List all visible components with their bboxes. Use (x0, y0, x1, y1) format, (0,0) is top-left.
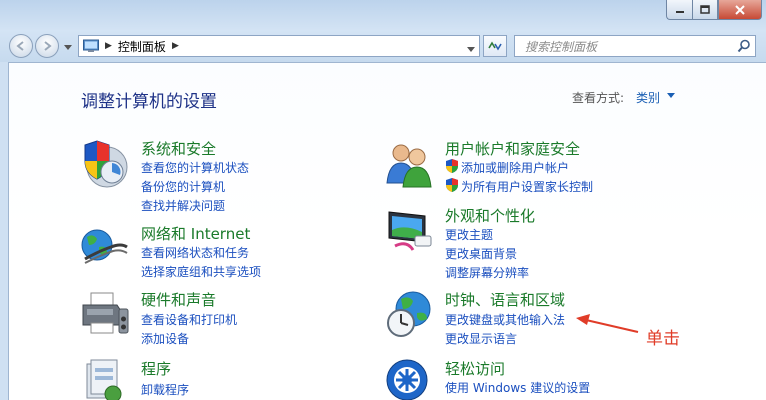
uac-shield-icon (446, 178, 458, 192)
link-change-theme[interactable]: 更改主题 (445, 226, 493, 243)
link-change-keyboard-input[interactable]: 更改键盘或其他输入法 (445, 311, 565, 328)
category-ease-of-access[interactable]: 轻松访问 (445, 358, 505, 379)
close-icon (735, 4, 745, 15)
user-accounts-icon[interactable] (385, 139, 435, 189)
navigation-bar: ▶ 控制面板 ▶ 搜索控制面板 (0, 30, 766, 62)
address-bar[interactable]: ▶ 控制面板 ▶ (78, 35, 480, 57)
link-change-desktop-background[interactable]: 更改桌面背景 (445, 245, 517, 262)
recent-pages-dropdown[interactable] (64, 40, 72, 54)
chevron-down-icon (64, 45, 72, 50)
ease-of-access-icon[interactable] (385, 356, 435, 400)
minimize-icon (675, 10, 684, 13)
search-icon[interactable] (737, 39, 751, 53)
link-add-device[interactable]: 添加设备 (141, 330, 189, 347)
breadcrumb-control-panel[interactable]: 控制面板 (118, 38, 166, 55)
link-uninstall-program[interactable]: 卸载程序 (141, 381, 189, 398)
category-system-security[interactable]: 系统和安全 (141, 138, 216, 159)
category-hardware-sound[interactable]: 硬件和声音 (141, 289, 216, 310)
link-adjust-resolution[interactable]: 调整屏幕分辨率 (445, 264, 529, 281)
refresh-button[interactable] (483, 35, 507, 57)
link-parental-controls[interactable]: 为所有用户设置家长控制 (461, 178, 593, 195)
link-view-network-status[interactable]: 查看网络状态和任务 (141, 244, 249, 261)
printer-icon[interactable] (79, 289, 129, 339)
system-security-icon[interactable] (79, 139, 129, 189)
maximize-button[interactable] (692, 0, 718, 20)
forward-arrow-icon (44, 41, 52, 51)
maximize-icon (700, 5, 710, 14)
minimize-button[interactable] (666, 0, 692, 20)
forward-button[interactable] (35, 34, 59, 58)
category-clock-language-region[interactable]: 时钟、语言和区域 (445, 289, 565, 310)
page-title: 调整计算机的设置 (81, 92, 217, 112)
back-button[interactable] (9, 34, 33, 58)
category-network-internet[interactable]: 网络和 Internet (141, 223, 250, 244)
close-button[interactable] (718, 0, 762, 20)
link-backup-computer[interactable]: 备份您的计算机 (141, 178, 225, 195)
link-windows-recommended-settings[interactable]: 使用 Windows 建议的设置 (445, 379, 590, 396)
network-globe-icon[interactable] (79, 223, 129, 273)
annotation-label: 单击 (646, 329, 680, 349)
chevron-down-icon (467, 47, 475, 52)
breadcrumb-arrow-icon[interactable]: ▶ (105, 41, 112, 51)
clock-globe-icon[interactable] (385, 289, 435, 339)
link-change-display-language[interactable]: 更改显示语言 (445, 330, 517, 347)
window-controls (666, 0, 762, 20)
programs-icon[interactable] (79, 356, 129, 400)
link-homegroup-sharing[interactable]: 选择家庭组和共享选项 (141, 263, 261, 280)
category-user-accounts[interactable]: 用户帐户和家庭安全 (445, 138, 580, 159)
search-input[interactable]: 搜索控制面板 (525, 38, 597, 55)
annotation-arrow-icon (576, 314, 639, 333)
back-arrow-icon (16, 41, 24, 51)
link-devices-printers[interactable]: 查看设备和打印机 (141, 311, 237, 328)
link-add-remove-user[interactable]: 添加或删除用户帐户 (461, 159, 569, 176)
uac-shield-icon (446, 159, 458, 173)
search-box[interactable]: 搜索控制面板 (514, 35, 756, 57)
category-programs[interactable]: 程序 (141, 358, 171, 379)
view-by-dropdown[interactable]: 类别 (636, 89, 660, 106)
window-title-bar (0, 0, 766, 30)
link-check-computer-status[interactable]: 查看您的计算机状态 (141, 159, 249, 176)
address-history-dropdown[interactable] (467, 42, 475, 56)
category-appearance[interactable]: 外观和个性化 (445, 205, 535, 226)
refresh-icon (488, 41, 502, 51)
link-troubleshoot[interactable]: 查找并解决问题 (141, 197, 225, 214)
control-panel-icon (83, 39, 99, 52)
appearance-monitor-icon[interactable] (385, 206, 435, 256)
view-by-label: 查看方式: (572, 91, 625, 105)
control-panel-content: 调整计算机的设置 查看方式: 类别 系统和安全 查看您的计算机状态 备份您的计算… (8, 62, 766, 400)
breadcrumb-arrow-icon[interactable]: ▶ (172, 41, 179, 51)
chevron-down-icon[interactable] (667, 93, 675, 98)
